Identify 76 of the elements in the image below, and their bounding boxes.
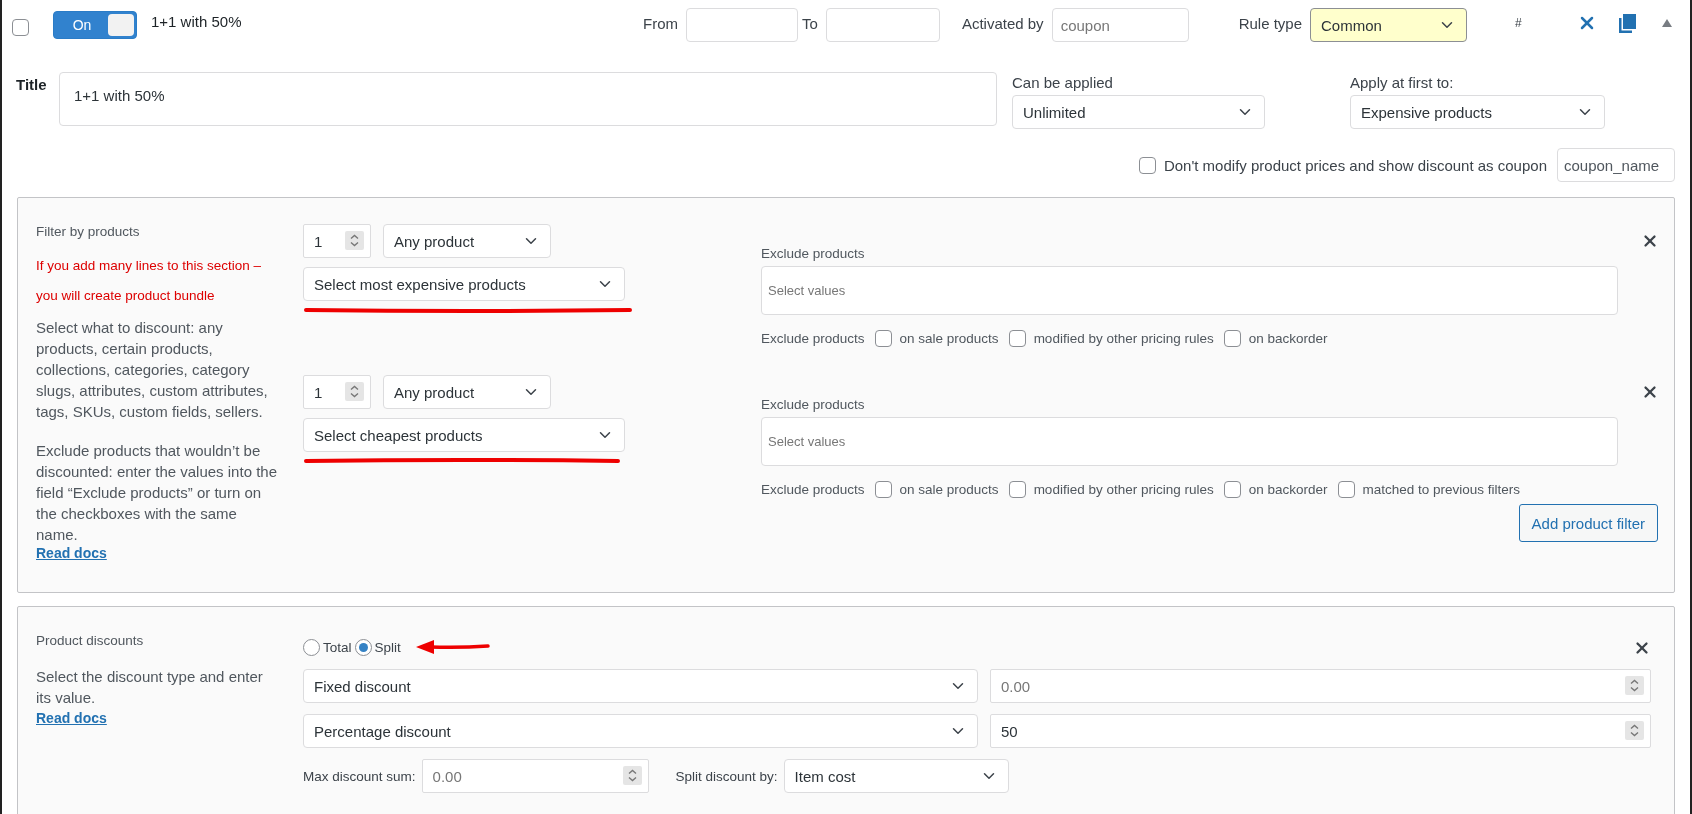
checkbox[interactable] bbox=[874, 330, 892, 347]
radio-label: Total bbox=[323, 639, 352, 655]
field-label: Activated by bbox=[961, 14, 1044, 32]
warning-text: you will create product bundle bbox=[36, 287, 216, 305]
field-label: To bbox=[802, 14, 818, 32]
max-discount-field[interactable]: 0.00 bbox=[421, 759, 649, 793]
field-label: Max discount sum: bbox=[303, 768, 416, 784]
read-docs-link[interactable]: Read docs bbox=[36, 545, 107, 561]
spinner-icon[interactable] bbox=[345, 231, 364, 250]
checkbox-label: Don't modify product prices and show discount as coupon bbox=[1163, 156, 1547, 174]
section-title: Product discounts bbox=[36, 633, 145, 648]
option-label: matched to previous filters bbox=[1362, 482, 1521, 497]
field-label: Rule type bbox=[1238, 14, 1302, 32]
option-label: on sale products bbox=[899, 331, 999, 346]
option-label: Exclude products bbox=[761, 482, 865, 497]
product-dropdown[interactable]: Any product bbox=[383, 375, 551, 409]
radio-label: Split bbox=[374, 639, 401, 655]
field-label: Exclude products bbox=[761, 397, 866, 412]
date-field[interactable] bbox=[825, 8, 940, 42]
section-title: Filter by products bbox=[36, 224, 141, 239]
title-label: Title bbox=[16, 75, 48, 95]
can-be-applied-dropdown[interactable]: Unlimited bbox=[1012, 95, 1265, 129]
option-label: modified by other pricing rules bbox=[1033, 482, 1214, 497]
sort-dropdown[interactable]: Select most expensive products bbox=[303, 267, 625, 301]
title-field[interactable]: 1+1 with 50% bbox=[59, 72, 997, 126]
spinner-icon[interactable] bbox=[345, 382, 364, 401]
option-label: modified by other pricing rules bbox=[1033, 331, 1214, 346]
description-text: Select the discount type and enter its value. bbox=[36, 667, 264, 708]
option-label: Exclude products bbox=[761, 331, 865, 346]
checkbox[interactable] bbox=[1223, 330, 1241, 347]
product-dropdown[interactable]: Any product bbox=[383, 224, 551, 258]
hash-label: # bbox=[1515, 16, 1523, 30]
option-label: on backorder bbox=[1248, 331, 1328, 346]
discount-type-dropdown[interactable]: Percentage discount bbox=[303, 714, 978, 748]
discount-value-field[interactable]: 0.00 bbox=[990, 669, 1651, 703]
date-field[interactable] bbox=[686, 8, 799, 42]
close-icon[interactable] bbox=[1641, 383, 1659, 401]
collapse-triangle-icon[interactable] bbox=[1662, 19, 1672, 27]
coupon-name-field[interactable]: coupon_name bbox=[1557, 148, 1675, 182]
checkbox[interactable] bbox=[1008, 330, 1026, 347]
field-label: Can be applied bbox=[1012, 74, 1114, 91]
discount-type-dropdown[interactable]: Fixed discount bbox=[303, 669, 978, 703]
field-label: From bbox=[643, 14, 679, 32]
field-label: Apply at first to: bbox=[1350, 74, 1455, 91]
exclude-products-field[interactable]: Select values bbox=[761, 417, 1618, 466]
rule-name: 1+1 with 50% bbox=[151, 12, 242, 30]
option-label: on backorder bbox=[1248, 482, 1328, 497]
add-product-filter-button[interactable]: Add product filter bbox=[1518, 504, 1658, 542]
field-label: Split discount by: bbox=[675, 768, 778, 784]
close-icon[interactable] bbox=[1641, 232, 1659, 250]
read-docs-link[interactable]: Read docs bbox=[36, 710, 107, 726]
toggle-switch[interactable]: On bbox=[53, 11, 137, 39]
checkbox[interactable] bbox=[1008, 481, 1026, 498]
warning-text: If you add many lines to this section – bbox=[36, 257, 263, 275]
radio-button[interactable] bbox=[354, 638, 372, 656]
description-text: Select what to discount: any products, certain products, collections, categories, category slugs, attributes, custom attributes, tags, SKUs, custom fields, sellers. bbox=[36, 318, 269, 422]
description-text: Exclude products that wouldn’t be discounted: enter the values into the field “Exclude products” or turn on the checkboxes with the same name. bbox=[36, 441, 278, 545]
checkbox[interactable] bbox=[874, 481, 892, 498]
checkbox[interactable] bbox=[1138, 156, 1156, 174]
copy-icon[interactable] bbox=[1619, 13, 1636, 33]
exclude-products-field[interactable]: Select values bbox=[761, 266, 1618, 315]
discount-value-field[interactable]: 50 bbox=[990, 714, 1651, 748]
field-label: Exclude products bbox=[761, 246, 866, 261]
spinner-icon[interactable] bbox=[1625, 721, 1644, 740]
checkbox[interactable] bbox=[12, 18, 29, 36]
radio-button[interactable] bbox=[303, 638, 320, 656]
spinner-icon[interactable] bbox=[1625, 676, 1644, 695]
checkbox[interactable] bbox=[1223, 481, 1241, 498]
option-label: on sale products bbox=[899, 482, 999, 497]
split-by-dropdown[interactable]: Item cost bbox=[783, 759, 1009, 793]
apply-first-dropdown[interactable]: Expensive products bbox=[1350, 95, 1605, 129]
checkbox[interactable] bbox=[1337, 481, 1355, 498]
sort-dropdown[interactable]: Select cheapest products bbox=[303, 418, 625, 452]
activated-by-field[interactable]: coupon bbox=[1051, 8, 1189, 42]
rule-type-dropdown[interactable]: Common bbox=[1310, 8, 1467, 42]
close-icon[interactable] bbox=[1633, 639, 1651, 657]
